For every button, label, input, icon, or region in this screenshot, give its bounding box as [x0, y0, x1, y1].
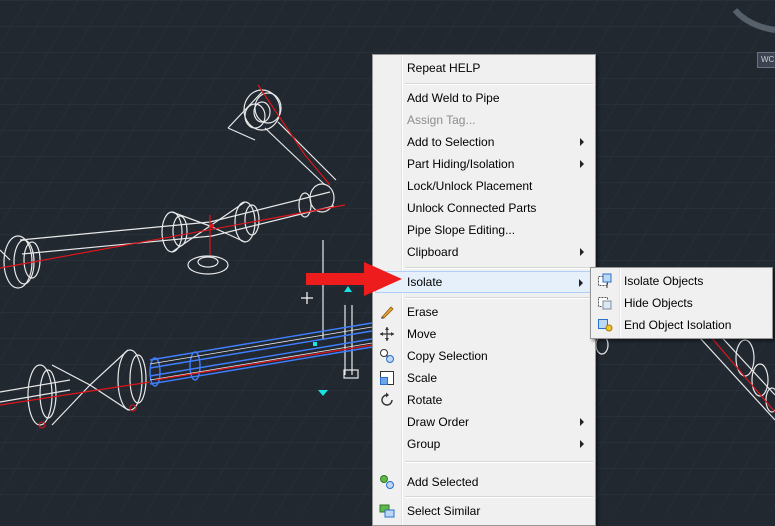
- isolate-submenu: Isolate Objects Hide Objects End Object …: [590, 267, 773, 339]
- submenu-item-end-isolation[interactable]: End Object Isolation: [593, 314, 770, 336]
- menu-item-erase[interactable]: Erase: [375, 301, 593, 323]
- menu-separator: [405, 496, 593, 498]
- hide-objects-icon: [597, 295, 613, 311]
- menu-item-add-to-selection[interactable]: Add to Selection: [375, 131, 593, 153]
- menu-separator: [405, 461, 593, 463]
- workspace-badge[interactable]: WC: [757, 52, 775, 68]
- menu-separator: [405, 267, 593, 269]
- eraser-icon: [379, 304, 395, 320]
- menu-item-label: Add Selected: [407, 475, 479, 489]
- add-selected-icon: [379, 474, 395, 490]
- menu-item-label: Move: [407, 327, 437, 341]
- menu-item-label: Lock/Unlock Placement: [407, 179, 533, 193]
- submenu-item-hide-objects[interactable]: Hide Objects: [593, 292, 770, 314]
- menu-item-rotate[interactable]: Rotate: [375, 389, 593, 411]
- submenu-arrow-icon: [580, 138, 584, 146]
- menu-item-isolate[interactable]: Isolate: [375, 271, 593, 293]
- menu-item-label: Unlock Connected Parts: [407, 201, 537, 215]
- menu-item-label: Rotate: [407, 393, 443, 407]
- menu-item-label: Isolate: [407, 275, 443, 289]
- menu-item-label: Hide Objects: [624, 296, 693, 310]
- menu-item-add-selected[interactable]: Add Selected: [375, 471, 593, 493]
- menu-item-label: Erase: [407, 305, 439, 319]
- menu-item-draw-order[interactable]: Draw Order: [375, 411, 593, 433]
- end-isolation-icon: [597, 317, 613, 333]
- menu-item-group[interactable]: Group: [375, 433, 593, 455]
- menu-separator: [405, 297, 593, 299]
- menu-item-scale[interactable]: Scale: [375, 367, 593, 389]
- menu-item-label: Part Hiding/Isolation: [407, 157, 515, 171]
- move-icon: [379, 326, 395, 342]
- submenu-arrow-icon: [580, 248, 584, 256]
- menu-item-label: End Object Isolation: [624, 318, 732, 332]
- menu-item-copy-selection[interactable]: Copy Selection: [375, 345, 593, 367]
- select-similar-icon: [379, 503, 395, 519]
- menu-item-label: Copy Selection: [407, 349, 488, 363]
- menu-item-label: Isolate Objects: [624, 274, 704, 288]
- submenu-arrow-icon: [580, 440, 584, 448]
- menu-item-unlock-connected[interactable]: Unlock Connected Parts: [375, 197, 593, 219]
- submenu-item-isolate-objects[interactable]: Isolate Objects: [593, 270, 770, 292]
- menu-item-label: Add Weld to Pipe: [407, 91, 500, 105]
- menu-item-pipe-slope[interactable]: Pipe Slope Editing...: [375, 219, 593, 241]
- menu-item-label: Scale: [407, 371, 438, 385]
- menu-item-add-weld[interactable]: Add Weld to Pipe: [375, 87, 593, 109]
- menu-item-label: Pipe Slope Editing...: [407, 223, 516, 237]
- rotate-icon: [379, 392, 395, 408]
- menu-item-repeat-help[interactable]: Repeat HELP: [375, 57, 593, 79]
- menu-item-label: Clipboard: [407, 245, 459, 259]
- menu-item-lock-unlock[interactable]: Lock/Unlock Placement: [375, 175, 593, 197]
- menu-item-label: Select Similar: [407, 504, 481, 518]
- submenu-arrow-icon: [580, 418, 584, 426]
- menu-item-label: Group: [407, 437, 441, 451]
- submenu-arrow-icon: [579, 279, 583, 287]
- menu-item-label: Add to Selection: [407, 135, 495, 149]
- menu-item-label: Draw Order: [407, 415, 470, 429]
- red-pointer-arrow-icon: [306, 262, 402, 296]
- menu-item-clipboard[interactable]: Clipboard: [375, 241, 593, 263]
- menu-item-assign-tag: Assign Tag...: [375, 109, 593, 131]
- menu-item-move[interactable]: Move: [375, 323, 593, 345]
- menu-item-part-hiding[interactable]: Part Hiding/Isolation: [375, 153, 593, 175]
- menu-item-label: Repeat HELP: [407, 61, 481, 75]
- isolate-objects-icon: [597, 273, 613, 289]
- menu-item-select-similar[interactable]: Select Similar: [375, 500, 593, 522]
- context-menu: Repeat HELP Add Weld to Pipe Assign Tag.…: [372, 54, 596, 526]
- menu-item-label: Assign Tag...: [407, 113, 476, 127]
- scale-icon: [379, 370, 395, 386]
- submenu-arrow-icon: [580, 160, 584, 168]
- menu-separator: [405, 83, 593, 85]
- copy-icon: [379, 348, 395, 364]
